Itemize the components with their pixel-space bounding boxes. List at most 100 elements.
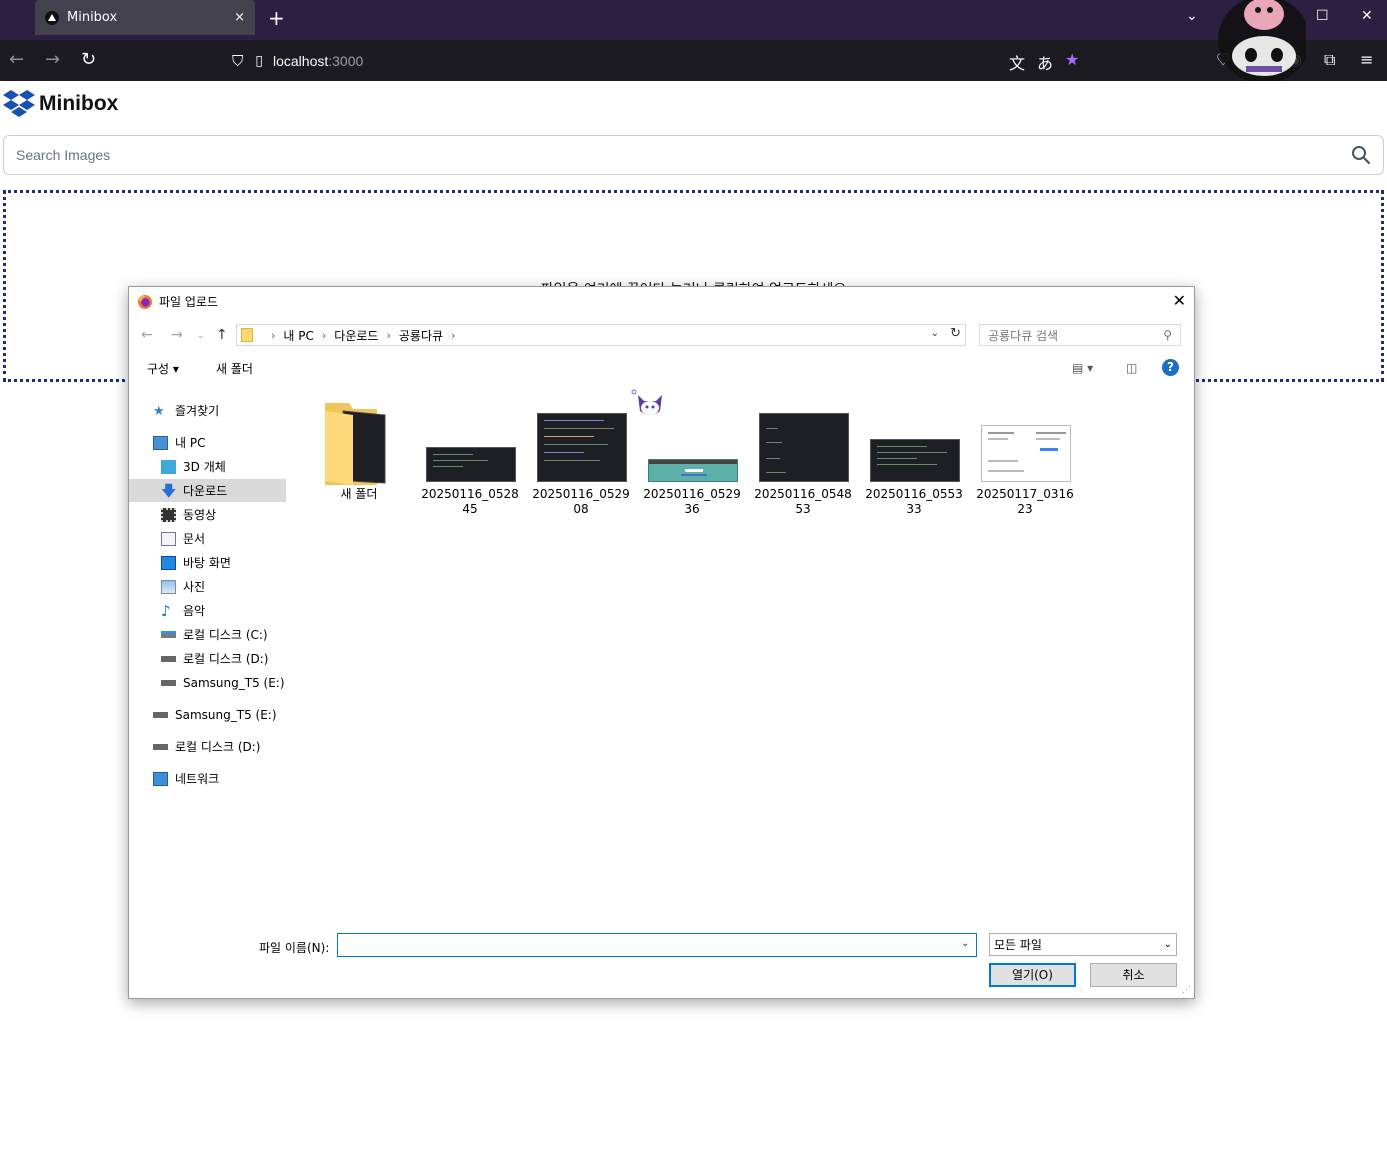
file-name: 20250116_055333: [865, 487, 963, 516]
file-name: 20250116_054853: [754, 487, 852, 516]
search-icon[interactable]: [1351, 145, 1371, 165]
sidebar-item-label: 로컬 디스크 (D:): [183, 652, 269, 666]
sidebar-item-music[interactable]: ♪ 음악: [161, 599, 205, 622]
address-bar[interactable]: › 내 PC › 다운로드 › 공룡다큐 › ⌄ ↻: [236, 324, 966, 346]
menu-icon[interactable]: ≡: [1360, 50, 1373, 69]
film-icon: [161, 507, 176, 522]
sidebar-item-label: 다운로드: [183, 484, 228, 498]
help-icon[interactable]: ?: [1162, 359, 1179, 376]
image-thumbnail: [870, 439, 960, 482]
brand[interactable]: Minibox: [3, 88, 118, 120]
file-item-image[interactable]: 20250117_031623: [975, 399, 1075, 519]
image-thumbnail: [759, 413, 849, 482]
translate-page-icon[interactable]: あ: [1037, 50, 1053, 74]
filetype-select[interactable]: 모든 파일 ⌄: [989, 933, 1177, 956]
star-icon: ★: [153, 403, 165, 419]
browser-toolbar: ← → ↻ ⛉ ▯ localhost :3000 文 あ ★ ♡ ⤓ ◉ ⧉ …: [0, 40, 1387, 81]
bookmark-star-icon[interactable]: ★: [1065, 50, 1079, 69]
sidebar-item-local-disk-d[interactable]: 로컬 디스크 (D:): [161, 647, 268, 670]
search-bar: [3, 135, 1384, 175]
cancel-button[interactable]: 취소: [1090, 963, 1177, 987]
sidebar-item-favorites[interactable]: ★ 즐겨찾기: [153, 399, 219, 422]
kuromi-mascot-icon: [1218, 0, 1306, 81]
image-thumbnail: [426, 447, 516, 482]
dropbox-logo-icon: [3, 90, 35, 117]
open-button[interactable]: 열기(O): [989, 963, 1076, 987]
page-info-icon[interactable]: ▯: [255, 53, 263, 69]
dialog-up-icon[interactable]: ↑: [216, 327, 228, 343]
forward-arrow-icon[interactable]: →: [45, 49, 60, 70]
url-bar[interactable]: ⛉ ▯ localhost :3000: [222, 44, 1102, 77]
cube-icon: [161, 459, 176, 474]
shield-icon[interactable]: ⛉: [232, 52, 243, 70]
sidebar-item-label: 로컬 디스크 (D:): [175, 740, 261, 754]
search-icon[interactable]: ⚲: [1163, 328, 1172, 342]
sidebar-item-downloads[interactable]: 🡇 다운로드: [129, 479, 286, 502]
drive-icon: [161, 655, 176, 662]
breadcrumb-separator-icon[interactable]: ›: [451, 329, 455, 342]
dialog-search-placeholder: 공룡다큐 검색: [988, 328, 1059, 343]
file-item-image[interactable]: 20250116_055333: [864, 399, 964, 519]
sidebar-item-videos[interactable]: 동영상: [161, 503, 216, 526]
dialog-title: 파일 업로드: [159, 295, 219, 309]
dialog-back-icon[interactable]: ←: [141, 327, 153, 343]
resize-grip-icon[interactable]: ⋰: [1182, 985, 1191, 995]
breadcrumb-separator-icon[interactable]: ›: [271, 329, 275, 342]
new-tab-button[interactable]: +: [268, 6, 285, 30]
sidebar-item-samsung-t5[interactable]: Samsung_T5 (E:): [161, 671, 285, 694]
sidebar-item-local-disk-c[interactable]: 로컬 디스크 (C:): [161, 623, 268, 646]
extensions-icon[interactable]: ⧉: [1324, 50, 1335, 70]
refresh-icon[interactable]: ↻: [950, 326, 961, 341]
dialog-forward-icon[interactable]: →: [171, 327, 183, 343]
sidebar-item-my-pc[interactable]: 내 PC: [153, 431, 205, 454]
sidebar-item-label: 사진: [183, 580, 206, 594]
file-name: 20250116_052845: [421, 487, 519, 516]
organize-button[interactable]: 구성 ▾: [147, 360, 179, 377]
breadcrumb-separator-icon[interactable]: ›: [386, 329, 390, 342]
window-close-icon[interactable]: ✕: [1361, 8, 1373, 24]
sidebar-item-documents[interactable]: 문서: [161, 527, 205, 550]
filename-dropdown-icon[interactable]: ⌄: [961, 938, 969, 949]
file-item-image[interactable]: 20250116_054853: [753, 399, 853, 519]
computer-icon: [153, 435, 168, 450]
breadcrumb-item[interactable]: 내 PC: [283, 327, 313, 344]
reload-icon[interactable]: ↻: [81, 49, 96, 70]
maximize-icon[interactable]: ☐: [1316, 8, 1329, 24]
filename-input[interactable]: [337, 933, 977, 957]
recent-locations-chevron-icon[interactable]: ⌄: [197, 331, 205, 341]
translate-icon[interactable]: 文: [1009, 50, 1025, 74]
filename-label: 파일 이름(N):: [259, 941, 330, 955]
dialog-search-field[interactable]: 공룡다큐 검색 ⚲: [979, 324, 1181, 346]
sidebar-item-pictures[interactable]: 사진: [161, 575, 205, 598]
dialog-close-icon[interactable]: ✕: [1173, 291, 1186, 310]
folder-icon: [325, 403, 386, 485]
search-input[interactable]: [16, 147, 1351, 163]
chevron-down-icon: ⌄: [1163, 939, 1172, 950]
sidebar-item-desktop[interactable]: 바탕 화면: [161, 551, 231, 574]
sidebar-item-label: 내 PC: [175, 436, 206, 450]
sidebar-item-local-disk-d-root[interactable]: 로컬 디스크 (D:): [153, 735, 260, 758]
view-options-icon[interactable]: ▤ ▾: [1072, 361, 1093, 375]
breadcrumb-separator-icon[interactable]: ›: [322, 329, 326, 342]
sidebar-item-network[interactable]: 네트워크: [153, 767, 219, 790]
file-item-image[interactable]: 20250116_052936: [631, 389, 742, 519]
file-item-image[interactable]: 20250116_052845: [420, 399, 520, 519]
sidebar-item-samsung-t5-root[interactable]: Samsung_T5 (E:): [153, 703, 277, 726]
breadcrumb-item[interactable]: 공룡다큐: [399, 327, 443, 344]
sidebar-item-3d-objects[interactable]: 3D 개체: [161, 455, 226, 478]
picture-icon: [161, 579, 176, 594]
file-item-image[interactable]: 20250116_052908: [531, 399, 631, 519]
breadcrumb-item[interactable]: 다운로드: [334, 327, 378, 344]
sidebar-item-label: 즐겨찾기: [175, 404, 220, 418]
browser-tab-bar: Minibox × + ⌄ — ☐ ✕: [0, 0, 1387, 40]
tab-close-icon[interactable]: ×: [234, 10, 245, 25]
image-thumbnail: [981, 425, 1071, 482]
browser-tab[interactable]: Minibox ×: [35, 0, 255, 35]
file-item-new-folder[interactable]: 새 폴더: [309, 399, 409, 519]
sidebar-item-label: 음악: [183, 604, 206, 618]
address-dropdown-icon[interactable]: ⌄: [931, 328, 939, 339]
back-arrow-icon[interactable]: ←: [9, 49, 24, 70]
preview-pane-icon[interactable]: ◫: [1126, 361, 1137, 375]
url-host: localhost: [272, 52, 329, 69]
new-folder-button[interactable]: 새 폴더: [216, 360, 253, 377]
